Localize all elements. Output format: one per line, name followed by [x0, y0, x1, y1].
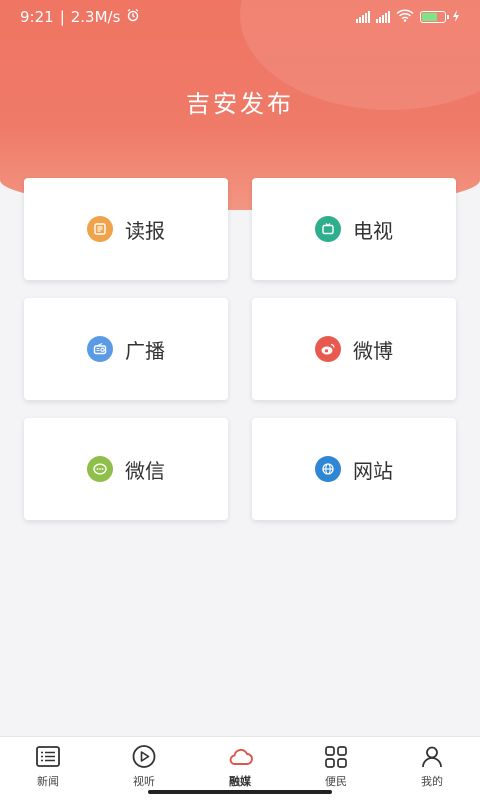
radio-icon: [87, 336, 113, 362]
charging-icon: [452, 8, 460, 26]
card-label: 广播: [125, 338, 165, 363]
status-network-speed: 2.3M/s: [70, 8, 121, 26]
grid-icon: [325, 746, 347, 768]
list-icon: [36, 746, 60, 767]
card-read-newspaper[interactable]: 读报: [24, 178, 228, 280]
card-label: 微信: [125, 458, 165, 483]
card-weibo[interactable]: 微博: [252, 298, 456, 400]
play-icon: [132, 745, 156, 768]
nav-label: 便民: [325, 775, 347, 788]
card-label: 网站: [353, 458, 393, 483]
status-bar: 9:21 | 2.3M/s: [0, 0, 480, 34]
user-icon: [422, 746, 442, 768]
card-label: 电视: [353, 218, 393, 243]
weibo-icon: [315, 336, 341, 362]
nav-label: 我的: [421, 775, 443, 788]
nav-label: 融媒: [229, 775, 251, 788]
card-tv[interactable]: 电视: [252, 178, 456, 280]
nav-news[interactable]: 新闻: [0, 737, 96, 800]
card-label: 读报: [125, 218, 165, 243]
service-grid: 读报 电视 广播 微博 微信 网站: [24, 178, 456, 520]
nav-profile[interactable]: 我的: [384, 737, 480, 800]
nav-label: 视听: [133, 775, 155, 788]
tv-icon: [315, 216, 341, 242]
signal-icon: [376, 11, 390, 23]
nav-label: 新闻: [37, 775, 59, 788]
card-wechat[interactable]: 微信: [24, 418, 228, 520]
status-separator: |: [59, 8, 65, 26]
home-indicator[interactable]: [148, 790, 332, 794]
page-title: 吉安发布: [186, 90, 294, 118]
status-time: 9:21: [20, 8, 54, 26]
battery-icon: [420, 11, 449, 23]
card-radio[interactable]: 广播: [24, 298, 228, 400]
newspaper-icon: [87, 216, 113, 242]
card-website[interactable]: 网站: [252, 418, 456, 520]
card-label: 微博: [353, 338, 393, 363]
wechat-icon: [87, 456, 113, 482]
wifi-icon: [396, 8, 414, 26]
cloud-icon: [229, 748, 253, 765]
alarm-icon: [126, 8, 140, 26]
signal-icon: [356, 11, 370, 23]
globe-icon: [315, 456, 341, 482]
